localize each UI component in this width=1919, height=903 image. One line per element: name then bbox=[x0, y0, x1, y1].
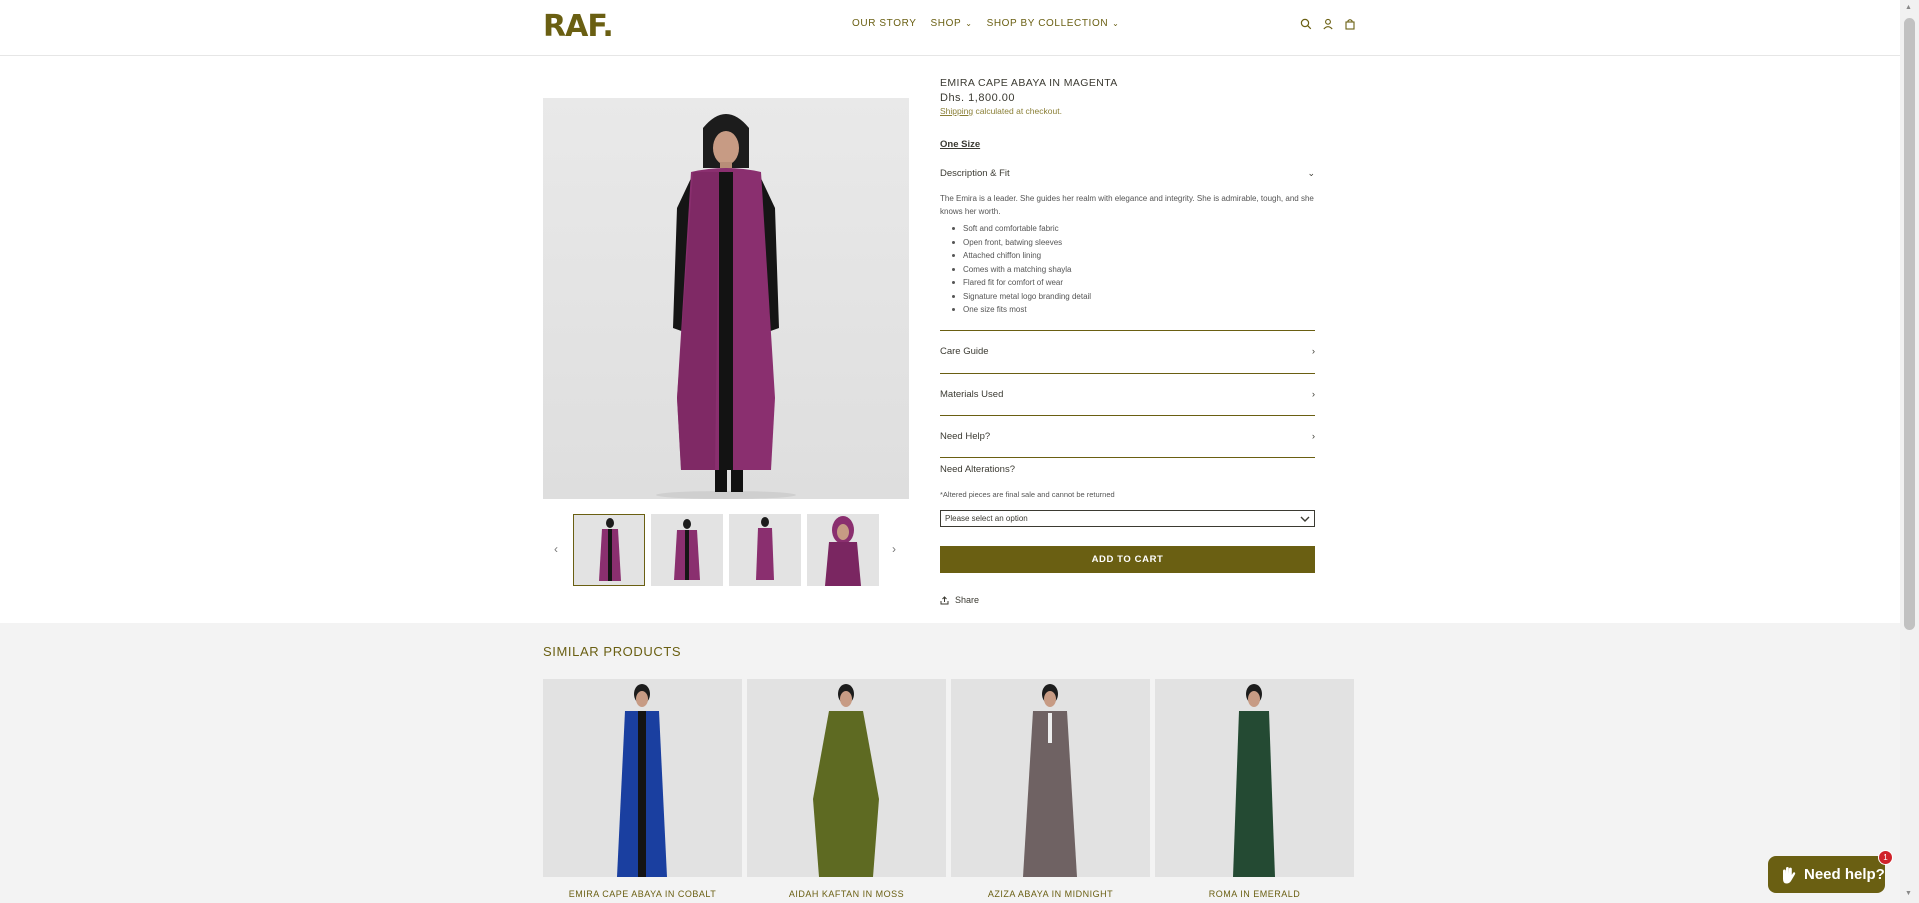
list-item: Signature metal logo branding detail bbox=[940, 290, 1091, 304]
chat-label: Need help? bbox=[1804, 866, 1885, 883]
product-card-image bbox=[543, 679, 742, 877]
accordion-care-guide[interactable]: Care Guide › bbox=[940, 346, 1315, 357]
similar-products-section: SIMILAR PRODUCTS EMIRA CAPE ABAYA IN COB… bbox=[0, 623, 1900, 903]
list-item: Soft and comfortable fabric bbox=[940, 222, 1091, 236]
model-figure bbox=[813, 684, 879, 877]
chevron-right-icon: › bbox=[1311, 431, 1315, 442]
list-item: One size fits most bbox=[940, 303, 1091, 317]
model-figure bbox=[1023, 684, 1077, 877]
share-icon bbox=[940, 595, 949, 604]
product-price: Dhs. 1,800.00 bbox=[940, 92, 1015, 104]
share-label: Share bbox=[955, 595, 980, 605]
list-item: Flared fit for comfort of wear bbox=[940, 276, 1091, 290]
thumb-next-icon[interactable]: › bbox=[892, 542, 896, 556]
select-value: Please select an option bbox=[945, 514, 1028, 523]
product-card[interactable]: AIDAH KAFTAN IN MOSS bbox=[747, 679, 946, 899]
thumb-prev-icon[interactable]: ‹ bbox=[554, 542, 558, 556]
similar-products-title: SIMILAR PRODUCTS bbox=[543, 644, 682, 659]
divider bbox=[940, 415, 1315, 416]
chevron-down-icon: ⌄ bbox=[1112, 19, 1120, 28]
thumbnail-3[interactable] bbox=[729, 514, 801, 586]
list-item: Attached chiffon lining bbox=[940, 249, 1091, 263]
accordion-description[interactable]: Description & Fit ⌄ bbox=[940, 168, 1315, 179]
model-figure bbox=[656, 114, 796, 499]
size-option[interactable]: One Size bbox=[940, 139, 980, 150]
nav-our-story-label: OUR STORY bbox=[852, 18, 917, 29]
product-card-name: EMIRA CAPE ABAYA IN COBALT bbox=[568, 889, 717, 899]
scroll-thumb[interactable] bbox=[1904, 18, 1915, 630]
accordion-need-help[interactable]: Need Help? › bbox=[940, 431, 1315, 442]
product-card[interactable]: EMIRA CAPE ABAYA IN COBALT bbox=[543, 679, 742, 899]
add-to-cart-button[interactable]: ADD TO CART bbox=[940, 546, 1315, 573]
nav-our-story[interactable]: OUR STORY bbox=[852, 18, 917, 29]
thumbnail-image bbox=[756, 517, 774, 580]
brand-logo[interactable]: RAF. bbox=[543, 9, 614, 44]
page-scrollbar[interactable]: ▲ ▼ bbox=[1900, 0, 1919, 903]
feature-list: Soft and comfortable fabric Open front, … bbox=[940, 222, 1091, 317]
shipping-text: calculated at checkout. bbox=[973, 106, 1062, 116]
scroll-down-icon[interactable]: ▼ bbox=[1905, 890, 1912, 897]
list-item: Open front, batwing sleeves bbox=[940, 236, 1091, 250]
product-card-name: ROMA IN EMERALD bbox=[1208, 889, 1301, 899]
thumbnail-1[interactable] bbox=[573, 514, 645, 586]
site-header: RAF. OUR STORY SHOP ⌄ SHOP BY COLLECTION… bbox=[0, 0, 1900, 56]
thumbnail-image bbox=[599, 518, 621, 581]
chevron-down-icon bbox=[1300, 516, 1310, 522]
product-title: EMIRA CAPE ABAYA IN MAGENTA bbox=[940, 77, 1118, 89]
nav-shop[interactable]: SHOP ⌄ bbox=[931, 18, 973, 29]
shipping-note: Shipping calculated at checkout. bbox=[940, 106, 1062, 116]
thumbnail-2[interactable] bbox=[651, 514, 723, 586]
scroll-up-icon[interactable]: ▲ bbox=[1905, 4, 1912, 11]
shipping-link[interactable]: Shipping bbox=[940, 106, 973, 116]
divider bbox=[940, 373, 1315, 374]
product-description: The Emira is a leader. She guides her re… bbox=[940, 194, 1314, 216]
product-card-image bbox=[1155, 679, 1354, 877]
model-figure bbox=[1233, 684, 1275, 877]
accordion-need-help-label: Need Help? bbox=[940, 431, 991, 442]
thumbnail-4[interactable] bbox=[807, 514, 879, 586]
nav-shop-label: SHOP bbox=[930, 18, 962, 29]
search-icon[interactable] bbox=[1300, 18, 1312, 30]
main-nav: OUR STORY SHOP ⌄ SHOP BY COLLECTION ⌄ bbox=[852, 18, 1119, 29]
product-card[interactable]: ROMA IN EMERALD bbox=[1155, 679, 1354, 899]
model-figure bbox=[617, 684, 667, 877]
cart-icon[interactable] bbox=[1344, 18, 1356, 30]
notification-badge: 1 bbox=[1878, 850, 1893, 865]
nav-shop-by-collection-label: SHOP BY COLLECTION bbox=[986, 18, 1109, 29]
product-card-image bbox=[747, 679, 946, 877]
product-main-image[interactable] bbox=[543, 98, 909, 499]
chat-widget-button[interactable]: Need help? 1 bbox=[1768, 850, 1893, 893]
waving-hand-icon bbox=[1783, 866, 1796, 883]
chevron-right-icon: › bbox=[1311, 346, 1315, 357]
product-card-name: AZIZA ABAYA IN MIDNIGHT bbox=[987, 889, 1114, 899]
chevron-down-icon: ⌄ bbox=[965, 19, 973, 28]
accordion-materials-label: Materials Used bbox=[940, 389, 1004, 400]
nav-shop-by-collection[interactable]: SHOP BY COLLECTION ⌄ bbox=[987, 18, 1120, 29]
thumbnail-carousel: ‹ › bbox=[552, 514, 907, 588]
share-button[interactable]: Share bbox=[940, 595, 979, 605]
header-icons bbox=[1300, 18, 1356, 30]
product-card[interactable]: AZIZA ABAYA IN MIDNIGHT bbox=[951, 679, 1150, 899]
divider bbox=[940, 330, 1315, 331]
alterations-select[interactable]: Please select an option bbox=[940, 510, 1315, 527]
list-item: Comes with a matching shayla bbox=[940, 263, 1091, 277]
chevron-right-icon: › bbox=[1311, 389, 1315, 400]
product-card-image bbox=[951, 679, 1150, 877]
alterations-heading: Need Alterations? bbox=[940, 464, 1015, 475]
accordion-care-guide-label: Care Guide bbox=[940, 346, 989, 357]
account-icon[interactable] bbox=[1322, 18, 1334, 30]
thumbnail-image bbox=[825, 516, 861, 586]
accordion-description-label: Description & Fit bbox=[940, 168, 1010, 179]
thumbnail-image bbox=[674, 519, 700, 580]
product-card-name: AIDAH KAFTAN IN MOSS bbox=[788, 889, 905, 899]
alterations-note: *Altered pieces are final sale and canno… bbox=[940, 490, 1115, 499]
divider bbox=[940, 457, 1315, 458]
chevron-down-icon: ⌄ bbox=[1307, 168, 1315, 178]
accordion-materials[interactable]: Materials Used › bbox=[940, 389, 1315, 400]
